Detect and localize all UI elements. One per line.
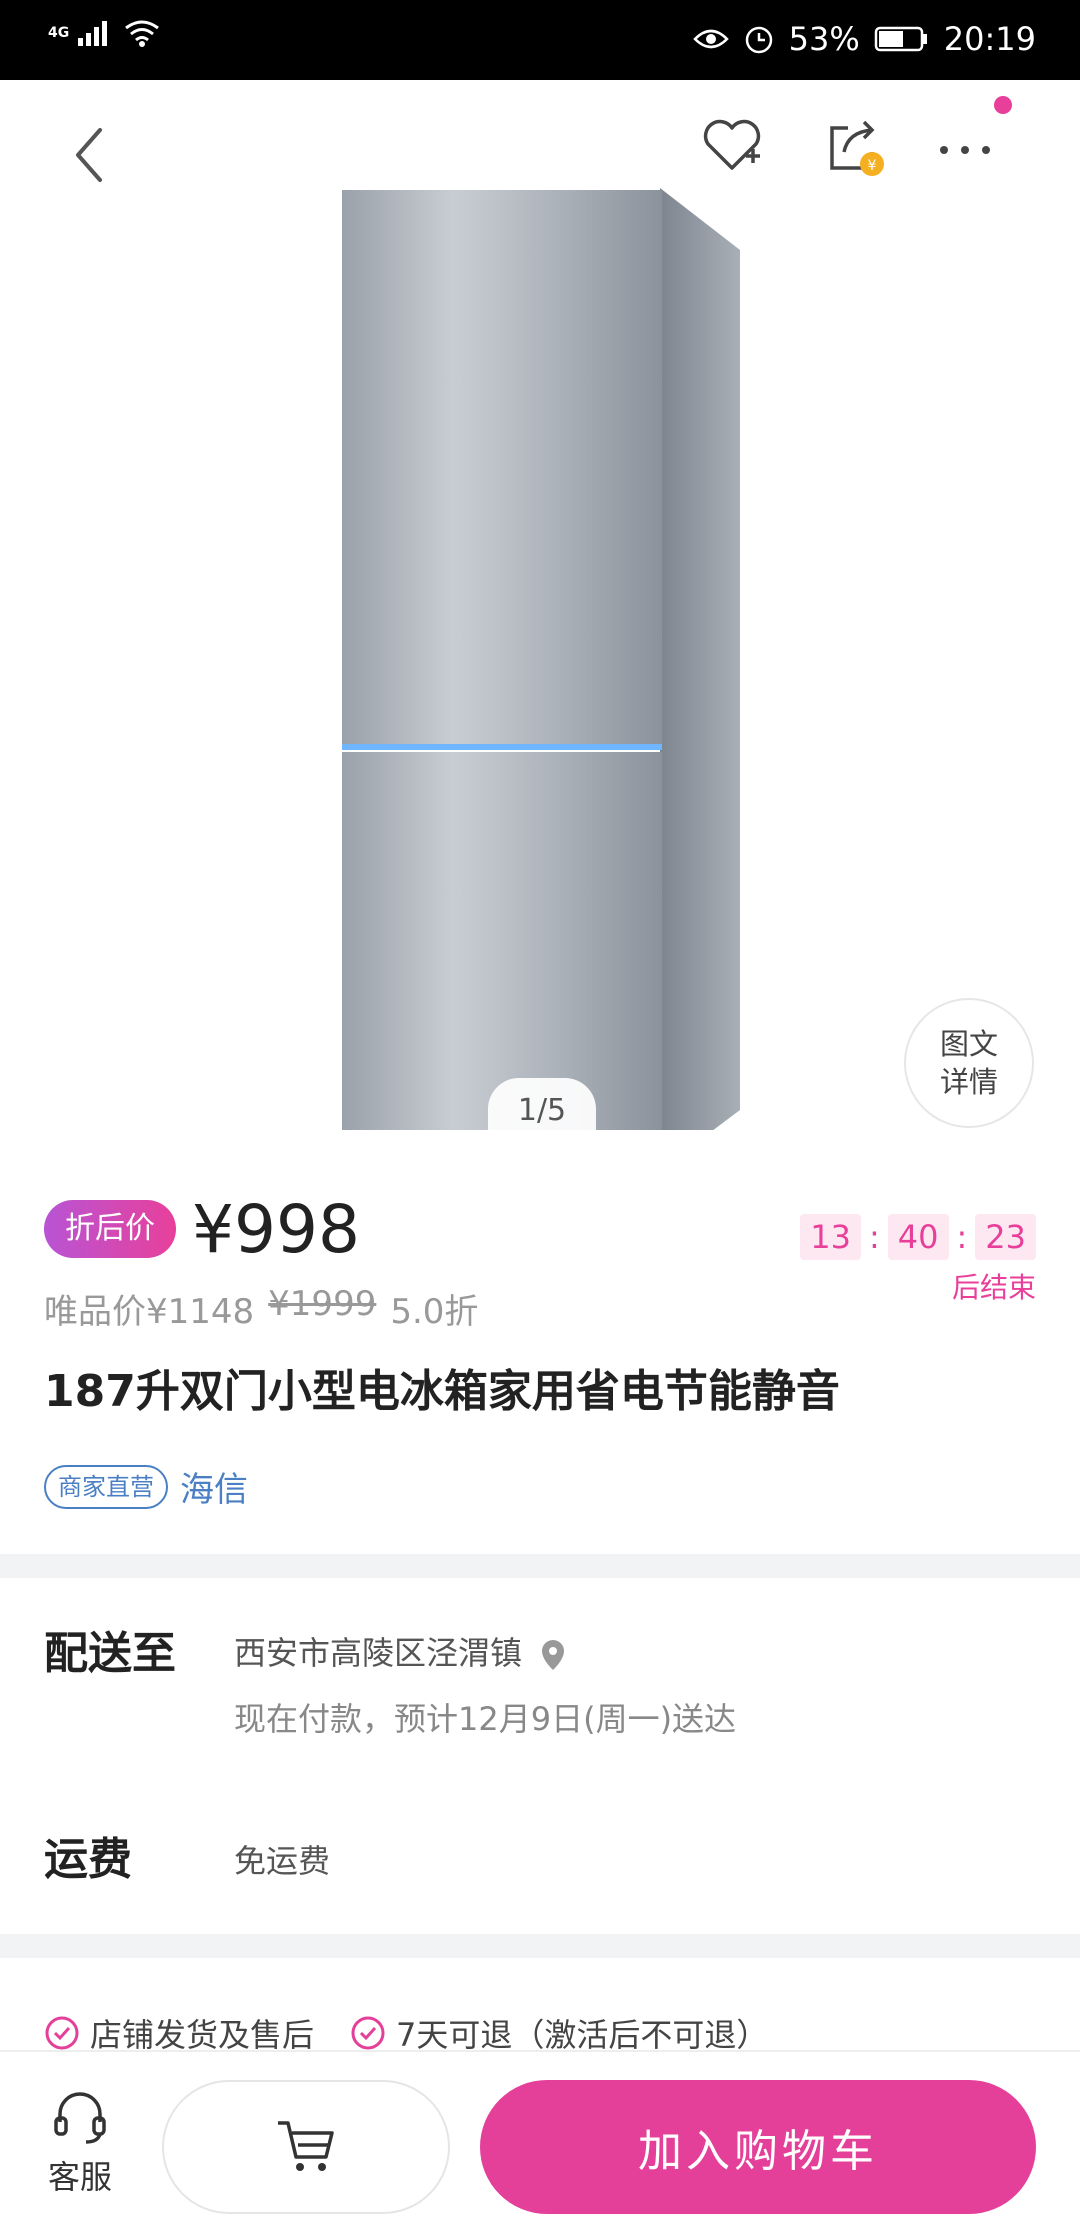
headset-icon bbox=[54, 2092, 106, 2144]
delivery-estimate: 现在付款，预计12月9日(周一)送达 bbox=[234, 1700, 737, 1738]
bottom-action-bar: 客服 加入购物车 bbox=[0, 2050, 1080, 2240]
detail-button-line2: 详情 bbox=[939, 1065, 998, 1099]
delivery-address-text: 西安市高陵区泾渭镇 bbox=[234, 1634, 523, 1672]
product-title: 187升双门小型电冰箱家用省电节能静音 bbox=[44, 1366, 840, 1417]
countdown-minutes: 40 bbox=[887, 1214, 949, 1260]
countdown-hours: 13 bbox=[800, 1214, 861, 1260]
current-price: ¥998 bbox=[192, 1191, 360, 1268]
battery-icon bbox=[874, 26, 927, 52]
back-icon[interactable] bbox=[60, 110, 120, 200]
check-circle-icon bbox=[351, 2016, 385, 2050]
discount-price-tag: 折后价 bbox=[44, 1200, 176, 1258]
countdown-seconds: 23 bbox=[975, 1214, 1036, 1260]
signal-icon bbox=[78, 21, 107, 46]
clock: 20:19 bbox=[943, 20, 1036, 58]
share-icon[interactable]: ¥ bbox=[818, 110, 890, 182]
top-toolbar: ¥ bbox=[0, 80, 1080, 210]
detail-button-line1: 图文 bbox=[939, 1027, 998, 1061]
check-circle-icon bbox=[45, 2016, 79, 2050]
cart-icon bbox=[278, 2121, 334, 2171]
price-details: 唯品价¥1148 ¥1999 5.0折 bbox=[44, 1284, 478, 1333]
location-pin-icon bbox=[542, 1640, 565, 1670]
store-badge: 商家直营 bbox=[44, 1464, 168, 1509]
countdown-suffix: 后结束 bbox=[951, 1271, 1036, 1304]
delivery-label: 配送至 bbox=[44, 1628, 176, 1679]
countdown-separator: : bbox=[869, 1218, 880, 1256]
svg-text:¥: ¥ bbox=[868, 158, 877, 174]
notification-dot bbox=[994, 96, 1012, 114]
network-type: 4G bbox=[48, 25, 70, 41]
vip-price: 唯品价¥1148 bbox=[44, 1292, 255, 1332]
section-divider bbox=[0, 1554, 1080, 1578]
section-divider bbox=[0, 1934, 1080, 1958]
detail-button[interactable]: 图文 详情 bbox=[904, 998, 1034, 1128]
customer-service-button[interactable]: 客服 bbox=[40, 2088, 120, 2198]
brand-link[interactable]: 海信 bbox=[180, 1462, 248, 1511]
favorite-icon[interactable] bbox=[696, 110, 768, 182]
alarm-icon bbox=[745, 26, 772, 54]
more-icon[interactable] bbox=[930, 120, 1000, 180]
original-price: ¥1999 bbox=[268, 1284, 377, 1324]
customer-service-label: 客服 bbox=[47, 2158, 112, 2196]
countdown-timer: 13 : 40 : 23 bbox=[800, 1214, 1036, 1260]
wifi-icon bbox=[125, 20, 159, 47]
shipping-value: 免运费 bbox=[234, 1842, 331, 1880]
battery-percent: 53% bbox=[788, 20, 860, 58]
eye-icon bbox=[692, 29, 729, 49]
status-bar: 4G 53% 20:19 bbox=[0, 0, 1080, 80]
store-row: 商家直营 海信 bbox=[44, 1462, 248, 1511]
image-pager: 1/5 bbox=[488, 1078, 596, 1140]
product-gallery[interactable]: ¥ 1/5 图文 详情 bbox=[0, 80, 1080, 1148]
cart-button[interactable] bbox=[162, 2080, 450, 2214]
product-image[interactable] bbox=[330, 130, 770, 1130]
countdown-separator: : bbox=[956, 1218, 968, 1256]
discount-rate: 5.0折 bbox=[390, 1292, 479, 1332]
delivery-address[interactable]: 西安市高陵区泾渭镇 bbox=[234, 1630, 566, 1676]
shipping-label: 运费 bbox=[44, 1834, 132, 1885]
add-to-cart-button[interactable]: 加入购物车 bbox=[480, 2080, 1036, 2214]
